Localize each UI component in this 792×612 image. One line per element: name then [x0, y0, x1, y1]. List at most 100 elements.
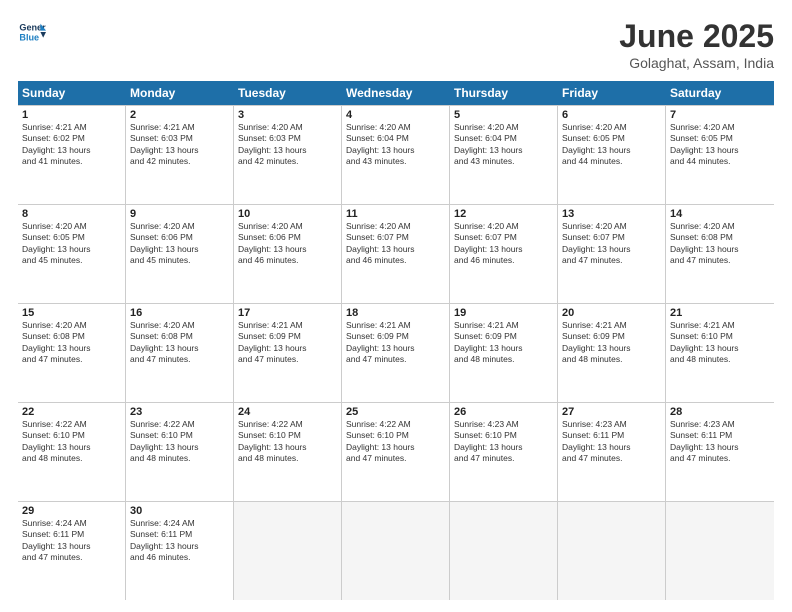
day-info: Sunrise: 4:20 AM Sunset: 6:04 PM Dayligh…	[454, 122, 553, 168]
day-info: Sunrise: 4:20 AM Sunset: 6:03 PM Dayligh…	[238, 122, 337, 168]
day-number: 20	[562, 307, 661, 319]
calendar-day: 11Sunrise: 4:20 AM Sunset: 6:07 PM Dayli…	[342, 205, 450, 303]
calendar-header: SundayMondayTuesdayWednesdayThursdayFrid…	[18, 81, 774, 105]
weekday-header: Wednesday	[342, 81, 450, 105]
weekday-header: Saturday	[666, 81, 774, 105]
calendar-empty	[342, 502, 450, 600]
calendar-row: 29Sunrise: 4:24 AM Sunset: 6:11 PM Dayli…	[18, 501, 774, 600]
day-number: 8	[22, 208, 121, 220]
day-info: Sunrise: 4:23 AM Sunset: 6:11 PM Dayligh…	[562, 419, 661, 465]
weekday-header: Monday	[126, 81, 234, 105]
day-number: 16	[130, 307, 229, 319]
day-info: Sunrise: 4:20 AM Sunset: 6:05 PM Dayligh…	[22, 221, 121, 267]
calendar-day: 20Sunrise: 4:21 AM Sunset: 6:09 PM Dayli…	[558, 304, 666, 402]
day-number: 25	[346, 406, 445, 418]
day-info: Sunrise: 4:23 AM Sunset: 6:10 PM Dayligh…	[454, 419, 553, 465]
day-info: Sunrise: 4:20 AM Sunset: 6:08 PM Dayligh…	[22, 320, 121, 366]
calendar-empty	[558, 502, 666, 600]
day-number: 6	[562, 109, 661, 121]
header: General Blue June 2025 Golaghat, Assam, …	[18, 18, 774, 71]
day-number: 3	[238, 109, 337, 121]
day-info: Sunrise: 4:21 AM Sunset: 6:02 PM Dayligh…	[22, 122, 121, 168]
day-number: 1	[22, 109, 121, 121]
calendar-day: 6Sunrise: 4:20 AM Sunset: 6:05 PM Daylig…	[558, 106, 666, 204]
day-number: 5	[454, 109, 553, 121]
day-number: 12	[454, 208, 553, 220]
day-info: Sunrise: 4:20 AM Sunset: 6:06 PM Dayligh…	[130, 221, 229, 267]
calendar-row: 15Sunrise: 4:20 AM Sunset: 6:08 PM Dayli…	[18, 303, 774, 402]
day-info: Sunrise: 4:20 AM Sunset: 6:06 PM Dayligh…	[238, 221, 337, 267]
page: General Blue June 2025 Golaghat, Assam, …	[0, 0, 792, 612]
day-info: Sunrise: 4:21 AM Sunset: 6:09 PM Dayligh…	[238, 320, 337, 366]
day-info: Sunrise: 4:20 AM Sunset: 6:07 PM Dayligh…	[454, 221, 553, 267]
day-number: 9	[130, 208, 229, 220]
day-info: Sunrise: 4:20 AM Sunset: 6:04 PM Dayligh…	[346, 122, 445, 168]
calendar-day: 19Sunrise: 4:21 AM Sunset: 6:09 PM Dayli…	[450, 304, 558, 402]
weekday-header: Tuesday	[234, 81, 342, 105]
calendar-day: 23Sunrise: 4:22 AM Sunset: 6:10 PM Dayli…	[126, 403, 234, 501]
calendar: SundayMondayTuesdayWednesdayThursdayFrid…	[18, 81, 774, 600]
calendar-day: 16Sunrise: 4:20 AM Sunset: 6:08 PM Dayli…	[126, 304, 234, 402]
logo: General Blue	[18, 18, 46, 46]
location: Golaghat, Assam, India	[619, 55, 774, 71]
calendar-day: 5Sunrise: 4:20 AM Sunset: 6:04 PM Daylig…	[450, 106, 558, 204]
day-number: 27	[562, 406, 661, 418]
title-block: June 2025 Golaghat, Assam, India	[619, 18, 774, 71]
calendar-day: 27Sunrise: 4:23 AM Sunset: 6:11 PM Dayli…	[558, 403, 666, 501]
day-info: Sunrise: 4:20 AM Sunset: 6:08 PM Dayligh…	[130, 320, 229, 366]
day-number: 4	[346, 109, 445, 121]
day-info: Sunrise: 4:20 AM Sunset: 6:05 PM Dayligh…	[562, 122, 661, 168]
day-number: 17	[238, 307, 337, 319]
calendar-empty	[234, 502, 342, 600]
day-number: 26	[454, 406, 553, 418]
calendar-day: 1Sunrise: 4:21 AM Sunset: 6:02 PM Daylig…	[18, 106, 126, 204]
calendar-day: 4Sunrise: 4:20 AM Sunset: 6:04 PM Daylig…	[342, 106, 450, 204]
day-info: Sunrise: 4:23 AM Sunset: 6:11 PM Dayligh…	[670, 419, 770, 465]
day-number: 14	[670, 208, 770, 220]
day-info: Sunrise: 4:20 AM Sunset: 6:07 PM Dayligh…	[346, 221, 445, 267]
day-number: 24	[238, 406, 337, 418]
weekday-header: Sunday	[18, 81, 126, 105]
calendar-day: 2Sunrise: 4:21 AM Sunset: 6:03 PM Daylig…	[126, 106, 234, 204]
calendar-day: 30Sunrise: 4:24 AM Sunset: 6:11 PM Dayli…	[126, 502, 234, 600]
logo-icon: General Blue	[18, 18, 46, 46]
calendar-row: 8Sunrise: 4:20 AM Sunset: 6:05 PM Daylig…	[18, 204, 774, 303]
calendar-day: 24Sunrise: 4:22 AM Sunset: 6:10 PM Dayli…	[234, 403, 342, 501]
day-number: 28	[670, 406, 770, 418]
calendar-empty	[450, 502, 558, 600]
day-number: 19	[454, 307, 553, 319]
day-number: 2	[130, 109, 229, 121]
day-number: 23	[130, 406, 229, 418]
day-number: 13	[562, 208, 661, 220]
calendar-day: 17Sunrise: 4:21 AM Sunset: 6:09 PM Dayli…	[234, 304, 342, 402]
day-info: Sunrise: 4:20 AM Sunset: 6:08 PM Dayligh…	[670, 221, 770, 267]
day-info: Sunrise: 4:21 AM Sunset: 6:09 PM Dayligh…	[346, 320, 445, 366]
calendar-day: 3Sunrise: 4:20 AM Sunset: 6:03 PM Daylig…	[234, 106, 342, 204]
day-number: 21	[670, 307, 770, 319]
day-info: Sunrise: 4:21 AM Sunset: 6:09 PM Dayligh…	[454, 320, 553, 366]
calendar-day: 9Sunrise: 4:20 AM Sunset: 6:06 PM Daylig…	[126, 205, 234, 303]
calendar-row: 1Sunrise: 4:21 AM Sunset: 6:02 PM Daylig…	[18, 105, 774, 204]
calendar-day: 12Sunrise: 4:20 AM Sunset: 6:07 PM Dayli…	[450, 205, 558, 303]
day-info: Sunrise: 4:22 AM Sunset: 6:10 PM Dayligh…	[238, 419, 337, 465]
month-title: June 2025	[619, 18, 774, 55]
day-number: 11	[346, 208, 445, 220]
calendar-day: 14Sunrise: 4:20 AM Sunset: 6:08 PM Dayli…	[666, 205, 774, 303]
day-number: 18	[346, 307, 445, 319]
calendar-day: 26Sunrise: 4:23 AM Sunset: 6:10 PM Dayli…	[450, 403, 558, 501]
calendar-day: 7Sunrise: 4:20 AM Sunset: 6:05 PM Daylig…	[666, 106, 774, 204]
weekday-header: Thursday	[450, 81, 558, 105]
calendar-day: 25Sunrise: 4:22 AM Sunset: 6:10 PM Dayli…	[342, 403, 450, 501]
calendar-empty	[666, 502, 774, 600]
calendar-day: 15Sunrise: 4:20 AM Sunset: 6:08 PM Dayli…	[18, 304, 126, 402]
day-number: 10	[238, 208, 337, 220]
calendar-day: 8Sunrise: 4:20 AM Sunset: 6:05 PM Daylig…	[18, 205, 126, 303]
day-info: Sunrise: 4:21 AM Sunset: 6:09 PM Dayligh…	[562, 320, 661, 366]
weekday-header: Friday	[558, 81, 666, 105]
calendar-day: 13Sunrise: 4:20 AM Sunset: 6:07 PM Dayli…	[558, 205, 666, 303]
day-number: 15	[22, 307, 121, 319]
calendar-day: 18Sunrise: 4:21 AM Sunset: 6:09 PM Dayli…	[342, 304, 450, 402]
calendar-day: 21Sunrise: 4:21 AM Sunset: 6:10 PM Dayli…	[666, 304, 774, 402]
day-number: 30	[130, 505, 229, 517]
calendar-day: 29Sunrise: 4:24 AM Sunset: 6:11 PM Dayli…	[18, 502, 126, 600]
